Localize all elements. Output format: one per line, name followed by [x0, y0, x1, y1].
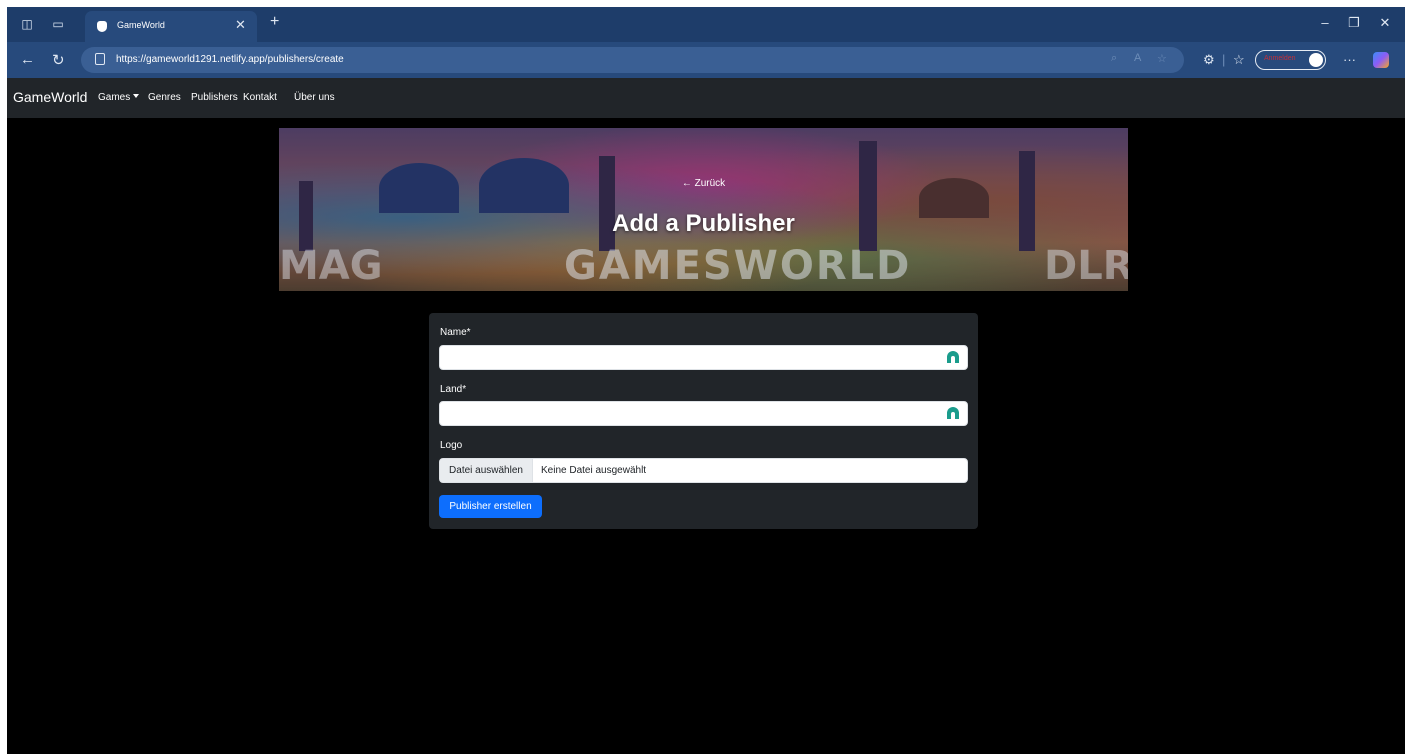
publisher-form-card: Name* Land* Logo Datei auswählen Keine D… — [429, 313, 978, 529]
tab-title: GameWorld — [117, 20, 165, 30]
nav-publishers[interactable]: Publishers — [191, 92, 238, 103]
nav-kontakt[interactable]: Kontakt — [243, 92, 277, 103]
nav-games-dropdown[interactable]: Games — [98, 92, 140, 103]
password-manager-icon[interactable] — [947, 351, 959, 363]
caret-down-icon — [133, 94, 140, 98]
profile-button[interactable]: Anmelden — [1255, 50, 1326, 70]
hero-watermark-right: DLRO — [1044, 243, 1128, 289]
nav-games-label: Games — [98, 92, 131, 103]
extensions-icon[interactable]: ⚙ — [1203, 52, 1215, 68]
url-text[interactable]: https://gameworld1291.netlify.app/publis… — [116, 54, 344, 65]
site-brand[interactable]: GameWorld — [13, 89, 87, 105]
tab-actions-icon[interactable]: ▭ — [51, 17, 65, 31]
more-icon[interactable]: ··· — [1343, 52, 1356, 67]
toolbar-divider: | — [1222, 52, 1226, 67]
read-aloud-icon[interactable]: A — [1134, 52, 1141, 64]
hero-watermark: GAMESWORLD — [564, 243, 912, 289]
nav-genres[interactable]: Genres — [148, 92, 181, 103]
close-window-icon[interactable]: ✕ — [1375, 15, 1395, 31]
address-bar[interactable]: https://gameworld1291.netlify.app/publis… — [81, 47, 1184, 73]
zoom-icon[interactable]: ⌕ — [1111, 52, 1117, 65]
favorite-icon[interactable]: ☆ — [1157, 52, 1167, 65]
refresh-icon[interactable]: ↻ — [52, 51, 65, 69]
country-label: Land* — [440, 384, 467, 395]
back-link[interactable]: ← Zurück — [279, 178, 1128, 189]
file-status: Keine Datei ausgewählt — [541, 465, 647, 476]
hero-watermark-left: MAG — [279, 243, 383, 289]
tab-gameworld[interactable]: GameWorld ✕ — [85, 11, 257, 42]
country-field[interactable] — [439, 401, 968, 426]
create-publisher-button[interactable]: Publisher erstellen — [439, 495, 542, 518]
tab-strip: ◫ ▭ GameWorld ✕ + – ❐ ✕ — [7, 7, 1405, 42]
close-tab-icon[interactable]: ✕ — [235, 17, 246, 33]
password-manager-icon[interactable] — [947, 407, 959, 419]
logo-file-input[interactable]: Datei auswählen Keine Datei ausgewählt — [439, 458, 968, 483]
site-navbar: GameWorld Games Genres Publishers Kontak… — [7, 78, 1405, 118]
page-title: Add a Publisher — [612, 210, 795, 237]
avatar — [1309, 53, 1323, 67]
choose-file-button[interactable]: Datei auswählen — [440, 459, 533, 482]
restore-icon[interactable]: ❐ — [1344, 15, 1364, 31]
hero-banner: MAG GAMESWORLD DLRO ← Zurück Add a Publi… — [279, 128, 1128, 291]
lock-icon[interactable] — [95, 53, 105, 65]
browser-toolbar: ← ↻ https://gameworld1291.netlify.app/pu… — [7, 42, 1405, 78]
favorites-list-icon[interactable]: ☆ — [1233, 52, 1245, 68]
nav-ueber-uns[interactable]: Über uns — [294, 92, 335, 103]
minimize-icon[interactable]: – — [1315, 15, 1335, 30]
logo-label: Logo — [440, 440, 463, 451]
back-arrow-icon[interactable]: ← — [20, 51, 35, 68]
workspaces-icon[interactable]: ◫ — [20, 17, 34, 31]
name-field[interactable] — [439, 345, 968, 370]
tab-favicon-icon — [97, 21, 107, 32]
browser-window: ◫ ▭ GameWorld ✕ + – ❐ ✕ ← ↻ https://game… — [7, 7, 1405, 754]
profile-label: Anmelden — [1264, 55, 1296, 62]
new-tab-icon[interactable]: + — [270, 13, 279, 31]
name-label: Name* — [440, 327, 471, 338]
copilot-icon[interactable] — [1373, 52, 1389, 68]
